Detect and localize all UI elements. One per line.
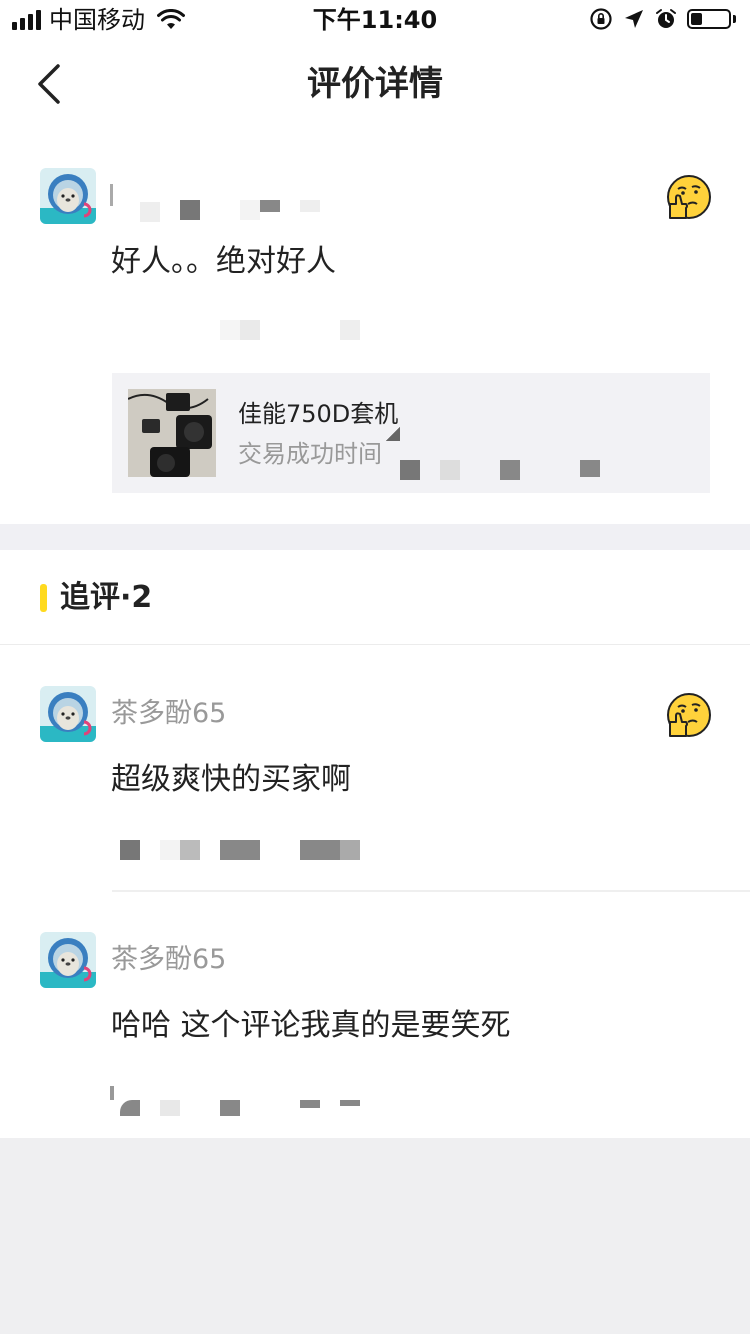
redacted-block (180, 840, 200, 860)
page: 中国移动 下午11:40 评价详情 好人。。绝对好人 佳能750D套机 交易成功… (0, 0, 750, 1138)
thinking-thumb-emoji-icon[interactable] (666, 692, 712, 738)
status-right (589, 7, 736, 31)
status-bar: 中国移动 下午11:40 (0, 0, 750, 40)
seal-avatar-icon (40, 168, 96, 224)
page-title: 评价详情 (307, 64, 443, 104)
battery-icon (687, 9, 731, 29)
avatar[interactable] (40, 686, 96, 742)
redacted-block (140, 202, 160, 222)
redacted-block (340, 320, 360, 340)
follow-up-header: 追评·2 (0, 550, 750, 645)
avatar[interactable] (40, 932, 96, 988)
seal-avatar-icon (40, 686, 96, 742)
nav-bar: 评价详情 (0, 44, 750, 124)
product-subtitle: 交易成功时间 (238, 440, 382, 468)
battery-level (691, 13, 702, 25)
review-comment: 好人。。绝对好人 (111, 244, 336, 279)
redacted-block (160, 1100, 180, 1116)
follow-up-title: 追评·2 (60, 580, 153, 615)
section-gap (0, 524, 750, 550)
redacted-block (240, 320, 260, 340)
battery-tip (733, 15, 736, 23)
redacted-block (160, 840, 180, 860)
redacted-block (300, 1100, 320, 1108)
avatar[interactable] (40, 168, 96, 224)
redacted-block (580, 460, 600, 477)
product-image (128, 389, 216, 477)
redacted-block (400, 460, 420, 480)
redacted-block (260, 200, 280, 212)
follow-up-comment: 哈哈 这个评论我真的是要笑死 (111, 1008, 511, 1043)
redacted-block (120, 840, 140, 860)
redacted-block (110, 1086, 114, 1100)
redacted-block (220, 1100, 240, 1116)
follow-up-comment: 超级爽快的买家啊 (111, 762, 351, 797)
redacted-block (340, 1100, 360, 1106)
alarm-icon (656, 9, 676, 28)
camera-photo-icon (128, 389, 216, 477)
redacted-block (180, 200, 200, 220)
redacted-block (110, 184, 113, 206)
product-name: 佳能750D套机 (238, 400, 399, 428)
orientation-lock-icon (590, 8, 612, 30)
redacted-block (120, 1100, 140, 1116)
redacted-block (340, 840, 360, 860)
location-icon (625, 10, 643, 28)
redacted-block (440, 460, 460, 480)
redacted-block (300, 840, 340, 860)
follow-up-username: 茶多酚65 (111, 698, 227, 729)
follow-up-username: 茶多酚65 (111, 944, 227, 975)
redacted-block (220, 840, 260, 860)
redacted-block (300, 200, 320, 212)
divider (112, 890, 750, 892)
redacted-block (220, 320, 240, 340)
redacted-block (500, 460, 520, 480)
redacted-block (240, 200, 260, 220)
thinking-thumb-emoji-icon[interactable] (666, 174, 712, 220)
product-card[interactable]: 佳能750D套机 交易成功时间 (112, 373, 710, 493)
seal-avatar-icon (40, 932, 96, 988)
redacted-block (386, 427, 400, 441)
section-accent-bar (40, 584, 47, 612)
